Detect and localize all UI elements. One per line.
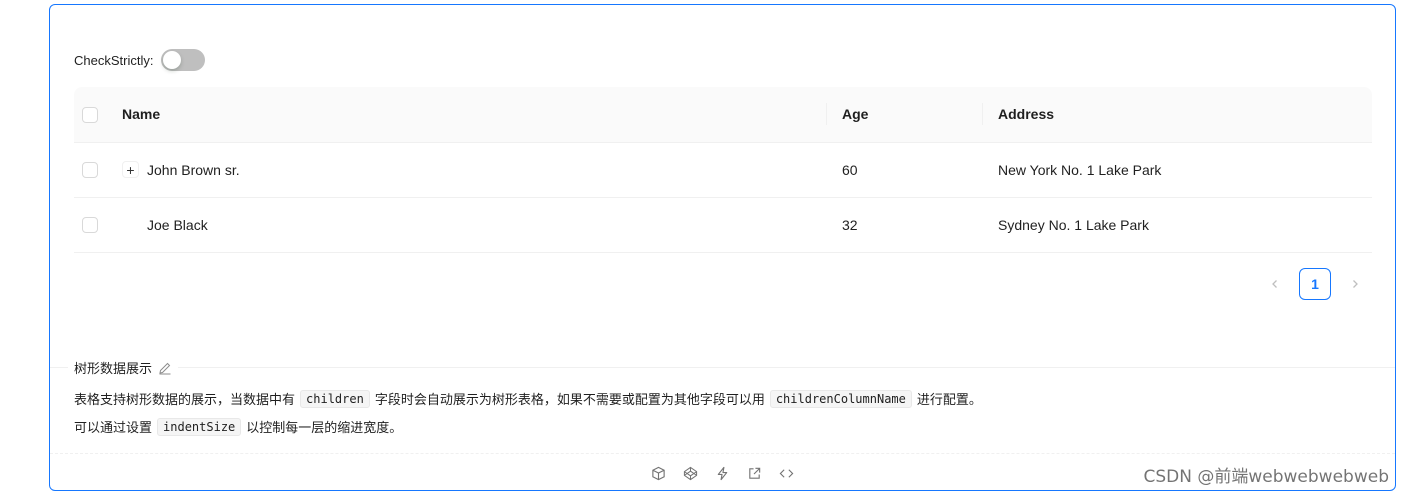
demo-title: 树形数据展示 <box>68 358 179 377</box>
table-row: + John Brown sr. 60 New York No. 1 Lake … <box>74 142 1372 198</box>
desc-text: 表格支持树形数据的展示，当数据中有 <box>74 392 296 407</box>
meta-divider <box>50 367 1395 368</box>
codepen-icon[interactable] <box>683 465 699 481</box>
column-header-name: Name <box>106 87 826 143</box>
tree-table: Name Age Address + John Brown sr. 60 New… <box>74 87 1372 253</box>
row-checkbox[interactable] <box>82 162 98 179</box>
actions-divider <box>50 453 1395 454</box>
row-name: Joe Black <box>147 216 208 233</box>
expand-spacer <box>122 216 139 233</box>
switch-knob <box>163 51 182 69</box>
check-strictly-label: CheckStrictly: <box>74 52 154 68</box>
desc-text: 可以通过设置 <box>74 420 153 435</box>
name-cell: + John Brown sr. <box>106 142 826 198</box>
column-header-age: Age <box>826 87 982 143</box>
check-strictly-control: CheckStrictly: <box>74 49 206 71</box>
open-external-icon[interactable] <box>747 465 763 481</box>
watermark: CSDN @前端webwebwebweb <box>1143 467 1390 487</box>
codesandbox-icon[interactable] <box>651 465 667 481</box>
code-indent-size: indentSize <box>157 417 242 436</box>
pagination: 1 <box>1259 268 1371 300</box>
prev-page-button[interactable] <box>1259 268 1291 300</box>
demo-title-text: 树形数据展示 <box>74 361 153 376</box>
page-item-current[interactable]: 1 <box>1299 268 1331 300</box>
code-children: children <box>300 389 370 408</box>
row-checkbox[interactable] <box>82 217 98 234</box>
demo-description-line-1: 表格支持树形数据的展示，当数据中有 children 字段时会自动展示为树形表格… <box>74 389 982 408</box>
select-all-checkbox[interactable] <box>82 106 98 123</box>
column-header-address: Address <box>982 87 1372 143</box>
desc-text: 进行配置。 <box>916 392 982 407</box>
name-cell: Joe Black <box>106 197 826 253</box>
row-age: 32 <box>826 197 982 253</box>
table-header-row: Name Age Address <box>74 87 1372 143</box>
row-address: New York No. 1 Lake Park <box>982 142 1372 198</box>
row-address: Sydney No. 1 Lake Park <box>982 197 1372 253</box>
desc-text: 以控制每一层的缩进宽度。 <box>246 420 403 435</box>
demo-description-line-2: 可以通过设置 indentSize 以控制每一层的缩进宽度。 <box>74 417 402 436</box>
demo-card: CheckStrictly: Name Age Address + John B… <box>49 4 1396 491</box>
row-select-cell <box>74 197 106 253</box>
next-page-button[interactable] <box>1339 268 1371 300</box>
code-icon[interactable] <box>779 465 795 481</box>
select-all-cell <box>74 87 106 143</box>
table-row: Joe Black 32 Sydney No. 1 Lake Park <box>74 197 1372 253</box>
row-age: 60 <box>826 142 982 198</box>
edit-icon[interactable] <box>158 361 172 375</box>
chevron-right-icon <box>1353 280 1358 288</box>
expand-row-button[interactable]: + <box>122 161 139 178</box>
row-name: John Brown sr. <box>147 161 240 178</box>
row-select-cell <box>74 142 106 198</box>
chevron-left-icon <box>1272 280 1277 288</box>
stackblitz-icon[interactable] <box>715 465 731 481</box>
desc-text: 字段时会自动展示为树形表格，如果不需要或配置为其他字段可以用 <box>374 392 765 407</box>
code-children-column-name: childrenColumnName <box>769 389 912 408</box>
check-strictly-switch[interactable] <box>161 49 206 71</box>
